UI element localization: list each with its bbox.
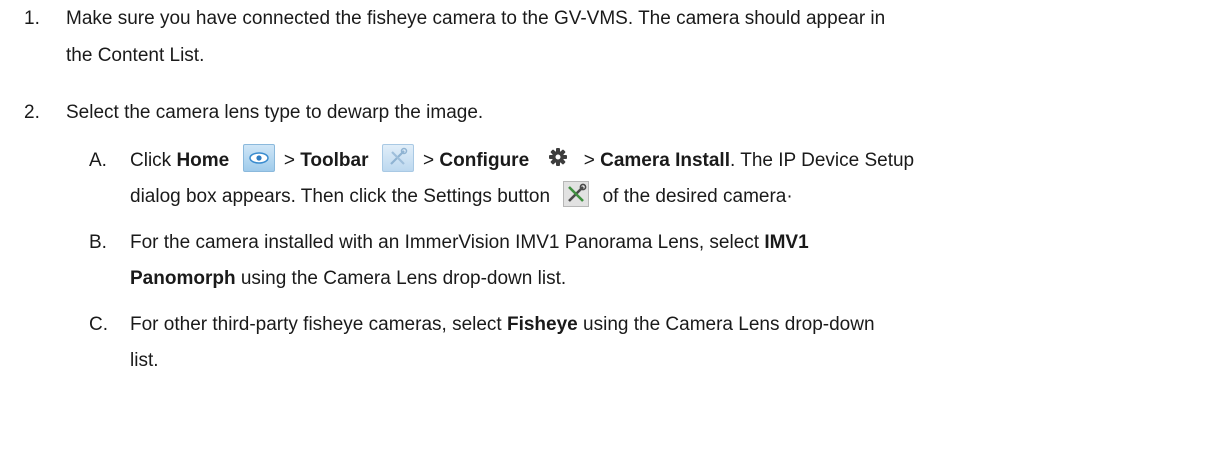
settings-tools-icon <box>563 180 590 207</box>
step-1-line-2: the Content List. <box>66 45 205 66</box>
substep-a-line-2-start: dialog box appears. Then click the Setti… <box>130 186 551 207</box>
step-2-text: Select the camera lens type to dewarp th… <box>66 102 484 123</box>
substep-b-bold-1: IMV1 <box>764 232 809 253</box>
step-1-number: 1. <box>24 8 40 29</box>
substep-a-line-2: dialog box appears. Then click the Setti… <box>130 180 793 214</box>
home-label: Home <box>176 150 230 171</box>
substep-a-letter: A. <box>89 150 107 171</box>
substep-b-line-2: Panomorph using the Camera Lens drop-dow… <box>130 262 566 296</box>
substep-b-line-2-end: using the Camera Lens drop-down list. <box>240 268 567 289</box>
substep-c-line-1-start: For other third-party fisheye cameras, s… <box>130 314 502 335</box>
separator-3: > <box>583 150 595 171</box>
substep-c-line-2: list. <box>130 350 159 371</box>
gear-icon <box>544 145 572 171</box>
separator-2: > <box>423 150 435 171</box>
substep-c-line-1-end: using the Camera Lens drop-down <box>583 314 875 335</box>
click-word: Click <box>130 150 172 171</box>
camera-install-label: Camera Install <box>600 150 730 171</box>
toolbar-label: Toolbar <box>300 150 369 171</box>
step-2-number: 2. <box>24 102 40 123</box>
substep-b-line-1: For the camera installed with an ImmerVi… <box>130 226 809 260</box>
step-1-line-1: Make sure you have connected the fisheye… <box>66 8 886 29</box>
substep-c-letter: C. <box>89 314 108 335</box>
substep-a-line-2-end: of the desired camera· <box>602 186 793 207</box>
configure-label: Configure <box>439 150 530 171</box>
substep-a-tail: . The IP Device Setup <box>730 150 915 171</box>
substep-b-line-1-start: For the camera installed with an ImmerVi… <box>130 232 760 253</box>
substep-c-line-1: For other third-party fisheye cameras, s… <box>130 308 875 342</box>
document-page: 1. Make sure you have connected the fish… <box>0 0 1219 452</box>
separator-1: > <box>283 150 295 171</box>
substep-c-bold: Fisheye <box>506 314 578 335</box>
eye-icon <box>242 143 275 172</box>
substep-b-letter: B. <box>89 232 107 253</box>
substep-a-line-1: Click Home > Toolbar > Configure > Camer… <box>130 143 915 178</box>
tools-icon <box>381 143 414 172</box>
substep-b-bold-2: Panomorph <box>130 268 236 289</box>
